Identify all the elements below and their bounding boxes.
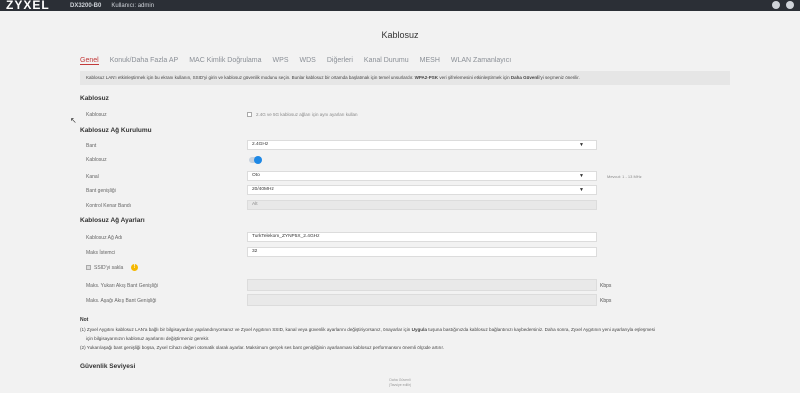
tab-general[interactable]: Genel [80,57,99,65]
section-network-setup-title: Kablosuz Ağ Kurulumu [80,127,152,134]
download-unit: Kbps [600,298,612,304]
channel-hint: Mevcut: 1 - 13 MHz [607,174,642,179]
chevron-down-icon: ▼ [579,173,584,179]
chevron-down-icon: ▼ [579,187,584,193]
mouse-cursor-icon: ↖ [70,116,77,125]
page-title: Kablosuz [381,30,419,40]
tab-mac-auth[interactable]: MAC Kimlik Doğrulama [189,57,261,65]
max-clients-input[interactable]: 32 [247,247,597,257]
note-line-1-pre: (1) Zyxel Aygıtını kablosuz LAN'a bağlı … [80,327,411,332]
wireless-toggle-label: Kablosuz [86,157,107,163]
info-text-pre: Kablosuz LAN'ı etkinleştirmek için bu ek… [86,75,414,80]
channel-label: Kanal [86,174,99,180]
zyxel-logo[interactable]: ZYXEL [6,0,58,11]
hide-ssid-checkbox[interactable] [86,265,91,270]
bandwidth-label: Bant genişliği [86,188,116,194]
ssid-input[interactable]: TurkTelekom_ZYNP5X_2.4GHz [247,232,597,242]
note-line-2: (2) Yukarı/aşağı bant genişliği boşsa, Z… [80,345,445,350]
tab-channel-status[interactable]: Kanal Durumu [364,57,409,65]
hide-ssid-label: SSID'yi sakla [94,265,124,271]
band-value: 2.4GHz [252,142,269,147]
tab-others[interactable]: Diğerleri [327,57,353,65]
security-level-title: Güvenlik Seviyesi [80,363,136,370]
security-level-recommended: (Tavsiye edilir) [388,383,412,387]
security-level-option: Daha Güvenli [389,378,411,382]
info-text-bold1: WPA2-PSK [414,75,439,80]
info-text-mid: veri şifrelemesini etkinleştirmek için [439,75,510,80]
band-label: Bant [86,143,97,149]
warning-icon[interactable]: ! [131,264,138,271]
tab-mesh[interactable]: MESH [420,57,440,65]
info-banner: Kablosuz LAN'ı etkinleştirmek için bu ek… [80,71,730,85]
note-line-1-post: tuşuna bastığınızda kablosuz bağlantınız… [428,327,655,332]
section-wireless-title: Kablosuz [80,95,109,102]
band-select[interactable]: 2.4GHz ▼ [247,140,597,150]
user-label: Kullanıcı: admin [111,2,155,9]
chevron-down-icon: ▼ [579,142,584,148]
channel-select[interactable]: Oto ▼ [247,171,597,181]
tab-wps[interactable]: WPS [273,57,289,65]
upload-unit: Kbps [600,283,612,289]
model-name: DX3200-B0 [70,2,102,9]
logout-icon[interactable] [786,1,794,9]
info-text-bold2: Daha Güvenli [510,75,540,80]
ssid-label: Kablosuz Ağ Adı [86,235,123,241]
note-line-1b: için bilgisayarınızın kablosuz ayarların… [86,336,210,341]
bandwidth-select[interactable]: 20/40MHz ▼ [247,185,597,195]
section-network-settings-title: Kablosuz Ağ Ayarları [80,217,145,224]
top-bar: ZYXEL DX3200-B0 Kullanıcı: admin [0,0,800,11]
control-side-value: Alt [252,202,258,207]
download-bandwidth-input[interactable] [247,294,597,306]
note-line-1: (1) Zyxel Aygıtını kablosuz LAN'a bağlı … [80,327,730,332]
control-side-label: Kontrol Kenar Bandı [86,203,132,209]
max-clients-label: Maks İstemci [86,250,116,256]
top-icons [772,1,794,9]
help-icon[interactable] [772,1,780,9]
upload-bandwidth-input[interactable] [247,279,597,291]
tab-wlan-scheduler[interactable]: WLAN Zamanlayıcı [451,57,511,65]
toggle-knob [254,156,262,164]
download-bandwidth-label: Maks. Aşağı Akış Bant Genişliği [86,298,157,304]
tab-guest-ap[interactable]: Konuk/Daha Fazla AP [110,57,179,65]
info-text-post: 'yi seçmeniz önerilir. [539,75,580,80]
tab-bar: Genel Konuk/Daha Fazla AP MAC Kimlik Doğ… [80,57,511,65]
channel-value: Oto [252,173,260,178]
same-settings-text: 2.4G ve 5G kablosuz ağları için aynı aya… [256,112,358,117]
note-line-1-bold: Uygula [411,327,427,332]
tab-wds[interactable]: WDS [300,57,316,65]
upload-bandwidth-label: Maks. Yukarı Akış Bant Genişliği [86,283,158,289]
notes-title: Not [80,317,89,323]
bandwidth-value: 20/40MHz [252,187,274,192]
wireless-toggle[interactable] [249,156,262,164]
control-side-select[interactable]: Alt [247,200,597,210]
same-settings-checkbox[interactable] [247,112,252,117]
wireless-label: Kablosuz [86,112,107,118]
